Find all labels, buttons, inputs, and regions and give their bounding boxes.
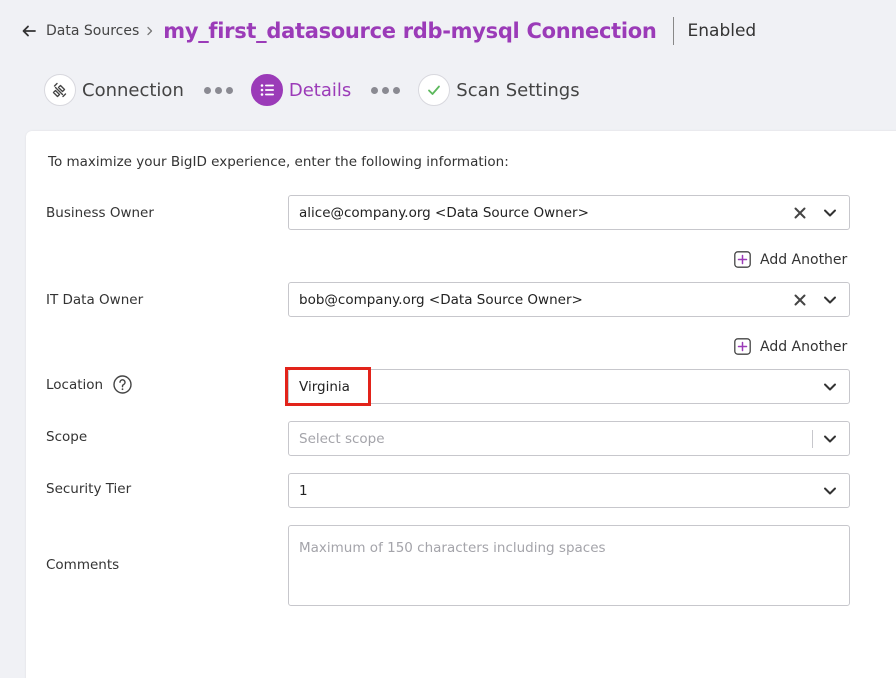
page-title: my_first_datasource rdb-mysql Connection bbox=[163, 19, 657, 43]
business-owner-label: Business Owner bbox=[46, 205, 154, 221]
location-value: Virginia bbox=[299, 378, 350, 395]
comments-label: Comments bbox=[46, 557, 120, 573]
clear-icon[interactable] bbox=[793, 293, 807, 307]
status-label: Enabled bbox=[687, 21, 757, 41]
add-another-business-owner-button[interactable]: Add Another bbox=[734, 251, 847, 268]
security-tier-value: 1 bbox=[299, 482, 308, 499]
scope-select[interactable]: Select scope bbox=[288, 421, 850, 456]
step-details[interactable]: Details bbox=[250, 74, 352, 106]
location-label-row: Location bbox=[46, 375, 132, 394]
step-connection[interactable]: Connection bbox=[44, 74, 184, 106]
plug-icon bbox=[52, 82, 67, 98]
back-arrow-icon[interactable] bbox=[22, 24, 36, 38]
plus-box-icon bbox=[734, 338, 751, 355]
security-tier-label: Security Tier bbox=[46, 481, 132, 497]
step-connection-label: Connection bbox=[82, 79, 184, 101]
chevron-down-icon[interactable] bbox=[823, 206, 837, 220]
step-details-label: Details bbox=[288, 79, 352, 101]
step-details-circle bbox=[250, 74, 283, 106]
location-label: Location bbox=[46, 376, 104, 393]
step-scan-settings-circle bbox=[418, 74, 451, 106]
select-divider bbox=[812, 429, 813, 448]
step-separator-dots bbox=[371, 86, 401, 94]
it-data-owner-label: IT Data Owner bbox=[46, 292, 144, 308]
step-separator-dots bbox=[203, 86, 233, 94]
clear-icon[interactable] bbox=[793, 206, 807, 220]
add-another-label: Add Another bbox=[760, 251, 848, 268]
scope-placeholder: Select scope bbox=[299, 430, 385, 447]
wizard-stepper: Connection Details Scan Settings bbox=[44, 74, 580, 106]
business-owner-value: alice@company.org <Data Source Owner> bbox=[299, 204, 589, 221]
comments-placeholder: Maximum of 150 characters including spac… bbox=[299, 540, 606, 556]
chevron-down-icon[interactable] bbox=[823, 293, 837, 307]
step-scan-settings[interactable]: Scan Settings bbox=[418, 74, 580, 106]
page-header: Data Sources my_first_datasource rdb-mys… bbox=[22, 14, 756, 48]
step-connection-circle bbox=[44, 74, 76, 106]
scope-label: Scope bbox=[46, 429, 88, 445]
title-divider bbox=[672, 17, 674, 45]
chevron-down-icon[interactable] bbox=[823, 484, 837, 498]
chevron-down-icon[interactable] bbox=[823, 380, 837, 394]
it-data-owner-select[interactable]: bob@company.org <Data Source Owner> bbox=[288, 282, 850, 317]
breadcrumb-data-sources[interactable]: Data Sources bbox=[46, 23, 139, 39]
step-scan-settings-label: Scan Settings bbox=[456, 79, 580, 101]
help-icon[interactable] bbox=[113, 375, 132, 394]
add-another-it-data-owner-button[interactable]: Add Another bbox=[734, 338, 847, 355]
details-form-card: To maximize your BigID experience, enter… bbox=[26, 131, 896, 678]
plus-box-icon bbox=[734, 251, 751, 268]
it-data-owner-value: bob@company.org <Data Source Owner> bbox=[299, 291, 583, 308]
location-select[interactable]: Virginia bbox=[288, 369, 850, 404]
form-intro-text: To maximize your BigID experience, enter… bbox=[48, 154, 509, 170]
chevron-down-icon[interactable] bbox=[823, 432, 837, 446]
add-another-label: Add Another bbox=[760, 338, 848, 355]
chevron-right-icon bbox=[147, 26, 153, 36]
check-icon bbox=[428, 85, 441, 95]
business-owner-select[interactable]: alice@company.org <Data Source Owner> bbox=[288, 195, 850, 230]
list-icon bbox=[260, 84, 274, 96]
security-tier-select[interactable]: 1 bbox=[288, 473, 850, 508]
comments-textarea[interactable]: Maximum of 150 characters including spac… bbox=[288, 525, 850, 606]
